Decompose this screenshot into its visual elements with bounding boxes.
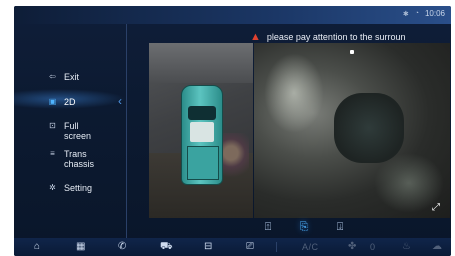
vehicle-model (181, 85, 223, 185)
camera-debris (219, 133, 249, 183)
sidebar-item-fullscreen[interactable]: ⊡ Full screen (48, 121, 91, 141)
sidebar-item-2d[interactable]: ▣ 2D (48, 97, 76, 107)
camera-foliage (264, 53, 324, 133)
side-camera-icon[interactable]: ⎘ (297, 219, 311, 235)
status-bar: ✱ ◔ 10:06 (14, 6, 451, 24)
label-line-2: screen (64, 131, 92, 141)
ac-button[interactable]: A/C (302, 241, 319, 253)
fullscreen-icon: ⊡ (49, 121, 56, 130)
label-line-1: Full (64, 121, 79, 131)
front-camera-icon[interactable]: ⍐ (261, 219, 275, 235)
chassis-icon: ≡ (50, 149, 55, 158)
device-frame: ✱ ◔ 10:06 ▲ please pay attention to the … (0, 0, 455, 256)
sidebar-item-exit[interactable]: ⇦ Exit (48, 72, 79, 82)
chevron-left-icon: ‹ (118, 94, 122, 108)
rear-camera-icon[interactable]: ⍗ (333, 219, 347, 235)
label-line-1: Trans (64, 149, 87, 159)
fan-level: 0 (370, 242, 376, 252)
car-icon[interactable]: ⛟ (160, 241, 173, 253)
clock: 10:06 (424, 9, 445, 18)
seat-icon[interactable]: ♨ (402, 241, 411, 253)
wifi-icon: ◔ (414, 10, 419, 17)
bottom-bar: ⌂ ▦ ✆ ⛟ ⊟ ⎚ A/C ✤ 0 ♨ ☁ (14, 238, 451, 256)
exit-icon: ⇦ (49, 72, 56, 81)
sidebar-item-label: Full screen (64, 121, 91, 141)
warning-banner: ▲ please pay attention to the surroun (250, 30, 450, 44)
warning-triangle-icon: ▲ (250, 30, 261, 43)
gear-icon: ✲ (49, 183, 56, 192)
label-line-2: chassis (64, 159, 95, 169)
bluetooth-icon: ✱ (402, 10, 409, 18)
divider (276, 242, 277, 252)
phone-icon[interactable]: ✆ (118, 241, 126, 253)
radio-icon[interactable]: ⊟ (204, 241, 212, 253)
sidebar-divider (126, 24, 127, 238)
defrost-icon[interactable]: ☁ (432, 241, 442, 253)
sidebar-item-label: 2D (64, 97, 76, 107)
vehicle-bed (187, 146, 219, 180)
sidebar-item-label: Exit (64, 72, 80, 82)
camera-marker (350, 50, 354, 54)
vehicle-cab (190, 122, 214, 142)
warning-text: please pay attention to the surroun (266, 32, 406, 42)
sidebar-item-label: Trans chassis (64, 149, 94, 169)
sidebar-item-setting[interactable]: ✲ Setting (48, 183, 92, 193)
vehicle-windshield (188, 106, 216, 120)
screen: ✱ ◔ 10:06 ▲ please pay attention to the … (14, 6, 451, 256)
apps-grid-icon[interactable]: ▦ (76, 241, 85, 253)
camera-sky (149, 43, 253, 83)
sidebar-item-trans-chassis[interactable]: ≡ Trans chassis (48, 149, 94, 169)
expand-icon[interactable]: ⤢ (432, 202, 440, 213)
sidebar: ⇦ Exit ▣ 2D ⊡ Full screen ≡ Trans chassi… (14, 24, 126, 238)
2d-view-icon: ▣ (48, 97, 57, 106)
front-camera-feed[interactable] (254, 43, 450, 218)
phone-projection-icon[interactable]: ⎚ (246, 241, 254, 253)
fan-icon[interactable]: ✤ (348, 241, 356, 253)
sidebar-item-label: Setting (64, 183, 93, 193)
home-icon[interactable]: ⌂ (34, 241, 40, 253)
camera-view-tabs: ⍐ ⎘ ⍗ (244, 219, 364, 237)
status-area: ✱ ◔ 10:06 (403, 9, 445, 18)
top-view-camera[interactable] (149, 43, 253, 218)
